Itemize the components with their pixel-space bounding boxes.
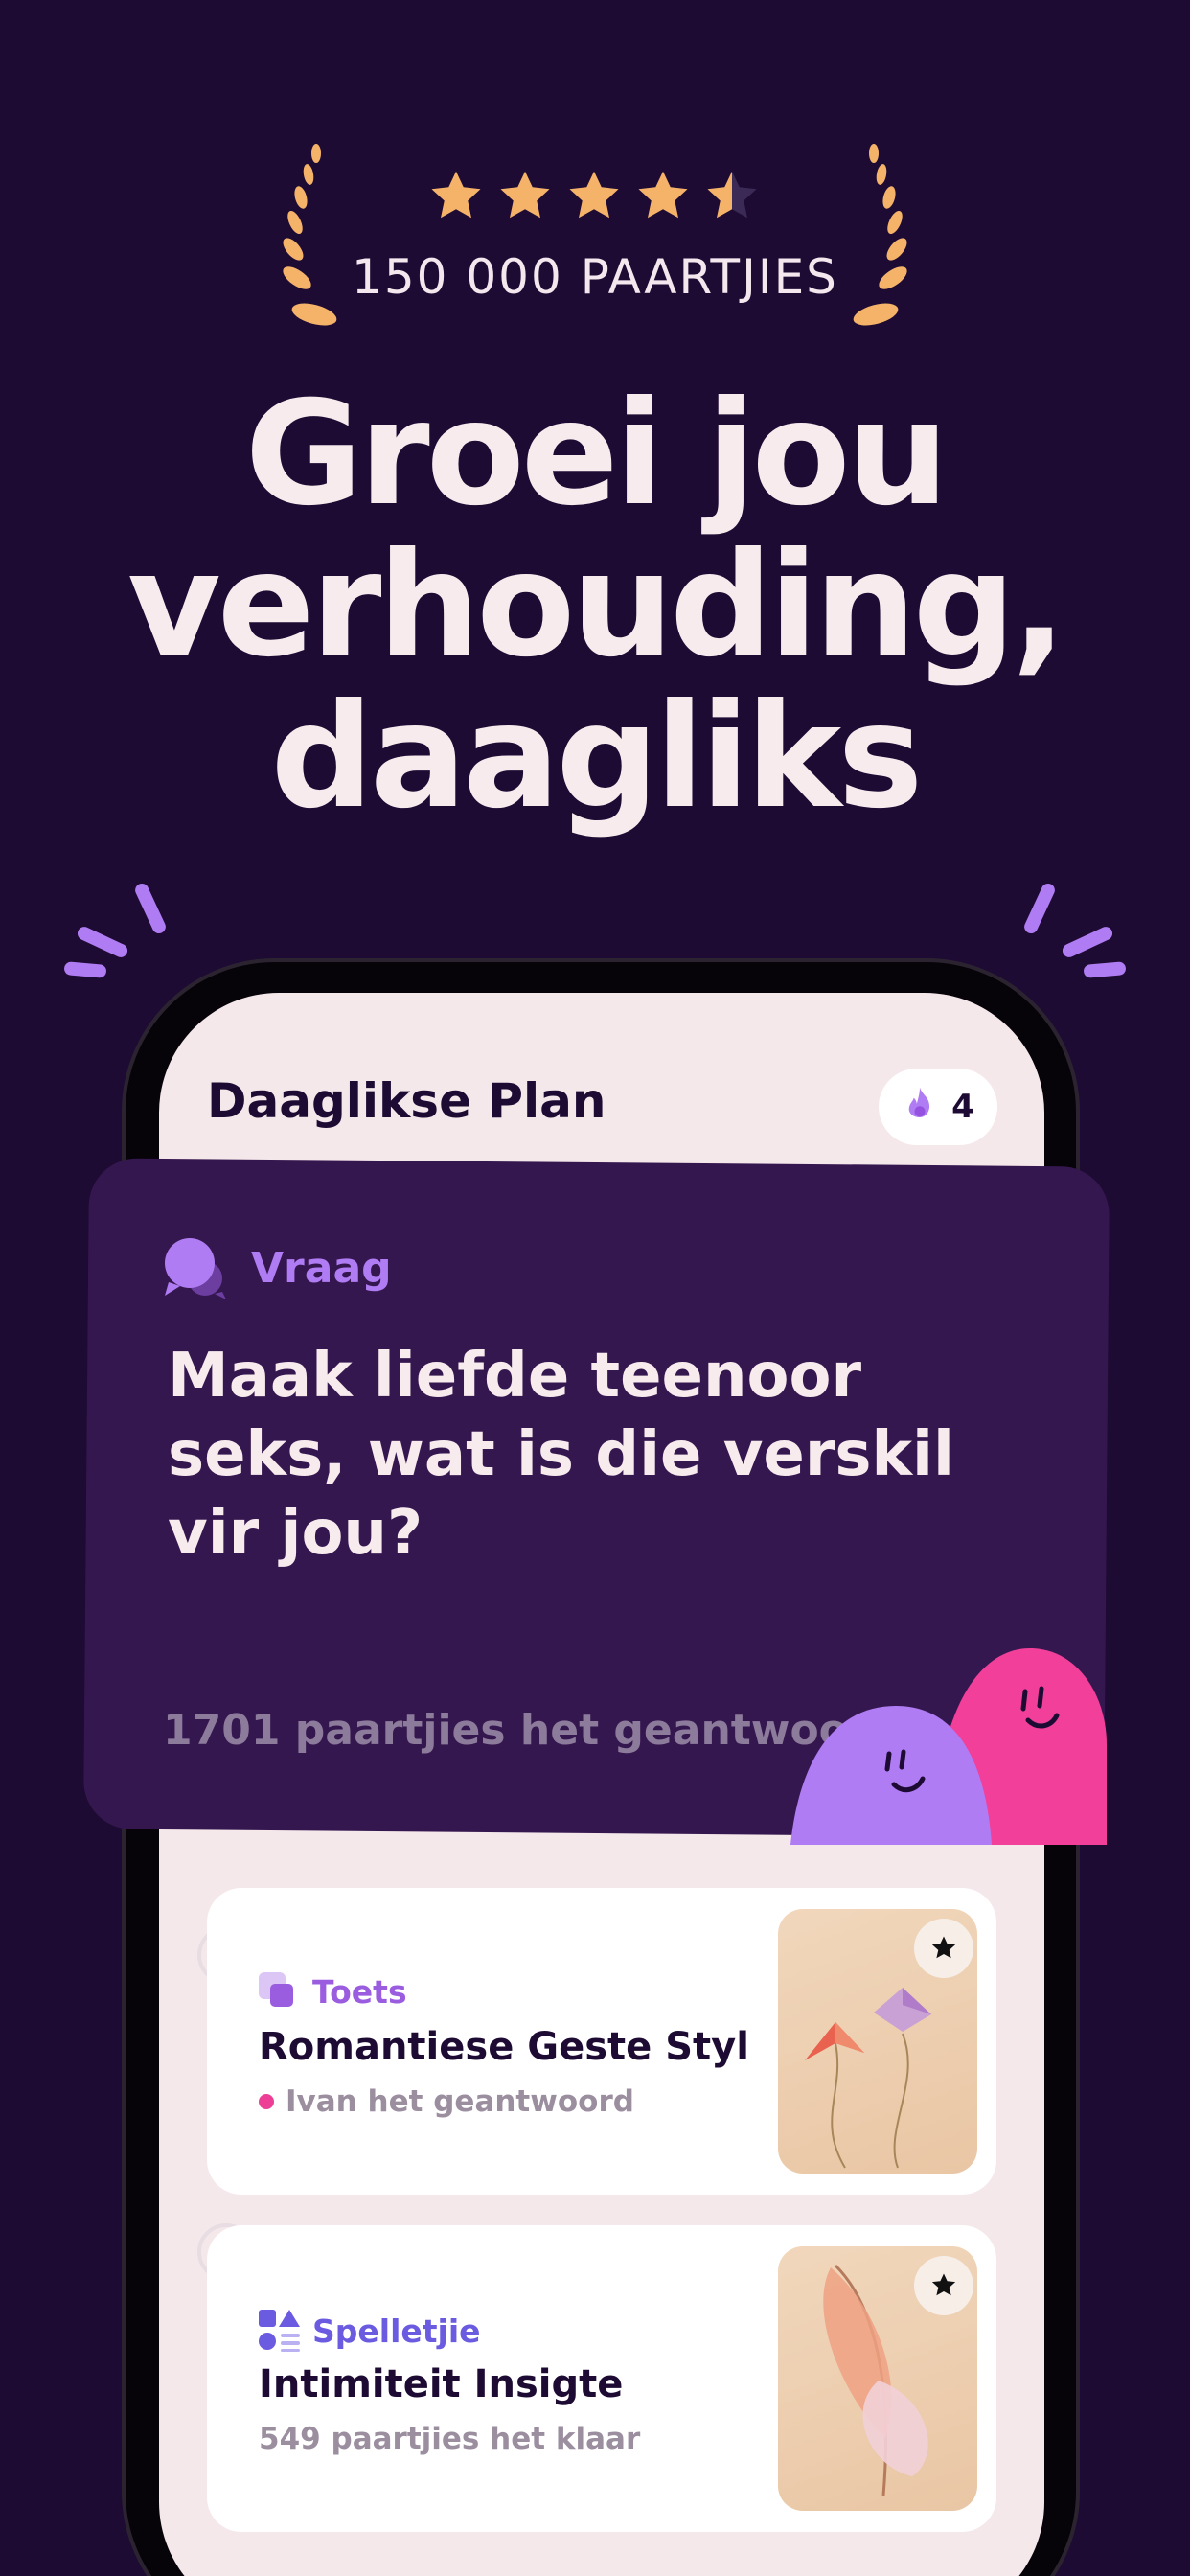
streak-badge[interactable]: 4 xyxy=(879,1069,997,1145)
flame-icon xyxy=(908,1087,930,1117)
answered-count: 1701 paartjies het geantwoord xyxy=(163,1706,900,1755)
star-icon xyxy=(931,2273,956,2296)
sparkle-dash xyxy=(75,924,130,960)
activity-title: Romantiese Geste Styl xyxy=(259,2025,749,2069)
status-dot xyxy=(259,2094,274,2109)
activity-thumbnail xyxy=(778,1909,977,2174)
activity-title: Intimiteit Insigte xyxy=(259,2362,624,2406)
activity-type-label: Spelletjie xyxy=(312,2312,481,2350)
headline-line: Groei jou xyxy=(244,371,950,538)
activity-subtitle-text: 549 paartjies het klaar xyxy=(259,2422,641,2456)
star-full-icon xyxy=(431,171,481,218)
headline: Groei jou verhouding, daagliks xyxy=(0,379,1190,833)
activity-card[interactable]: Toets Romantiese Geste Styl Ivan het gea… xyxy=(207,1888,996,2195)
reviews-count: 150 000 PAARTJIES xyxy=(352,249,838,305)
laurel-right-icon xyxy=(853,144,907,326)
activity-subtitle: Ivan het geantwoord xyxy=(259,2084,634,2119)
favorite-button[interactable] xyxy=(914,1919,973,1978)
activity-subtitle-text: Ivan het geantwoord xyxy=(286,2084,634,2119)
star-rating xyxy=(427,168,765,225)
star-full-icon xyxy=(638,171,688,218)
star-full-icon xyxy=(500,171,550,218)
activity-subtitle: 549 paartjies het klaar xyxy=(259,2422,640,2456)
streak-count: 4 xyxy=(951,1088,974,1126)
activity-thumbnail xyxy=(778,2246,977,2511)
activity-type: Spelletjie xyxy=(259,2310,481,2352)
headline-line: daagliks xyxy=(270,674,923,840)
star-icon xyxy=(931,1936,956,1959)
promo-screen: 150 000 PAARTJIES Groei jou verhouding, … xyxy=(0,0,1190,2576)
star-full-icon xyxy=(569,171,619,218)
activity-type: Toets xyxy=(259,1972,407,2011)
star-half-icon xyxy=(707,171,757,218)
favorite-button[interactable] xyxy=(914,2256,973,2315)
sparkle-dash xyxy=(132,881,169,936)
game-icon xyxy=(259,2310,300,2352)
sparkle-dash xyxy=(1083,961,1127,978)
mascot-blobs-icon xyxy=(790,1648,1107,1845)
laurel-left-icon xyxy=(283,144,337,326)
question-type: Vraag xyxy=(163,1236,392,1300)
headline-line: verhouding, xyxy=(126,522,1066,689)
activity-card[interactable]: Spelletjie Intimiteit Insigte 549 paartj… xyxy=(207,2225,996,2532)
activity-type-label: Toets xyxy=(312,1972,407,2011)
question-type-label: Vraag xyxy=(251,1243,392,1293)
sparkle-dash xyxy=(1060,924,1115,960)
chat-bubbles-icon xyxy=(165,1238,226,1300)
sparkle-dash xyxy=(63,961,107,978)
rating-badge: 150 000 PAARTJIES xyxy=(0,144,1190,345)
page-title: Daaglikse Plan xyxy=(207,1073,606,1129)
question-text: Maak liefde teenoor seks, wat is die ver… xyxy=(168,1341,954,1569)
sparkle-dash xyxy=(1021,881,1058,936)
quiz-icon xyxy=(259,1972,293,2007)
